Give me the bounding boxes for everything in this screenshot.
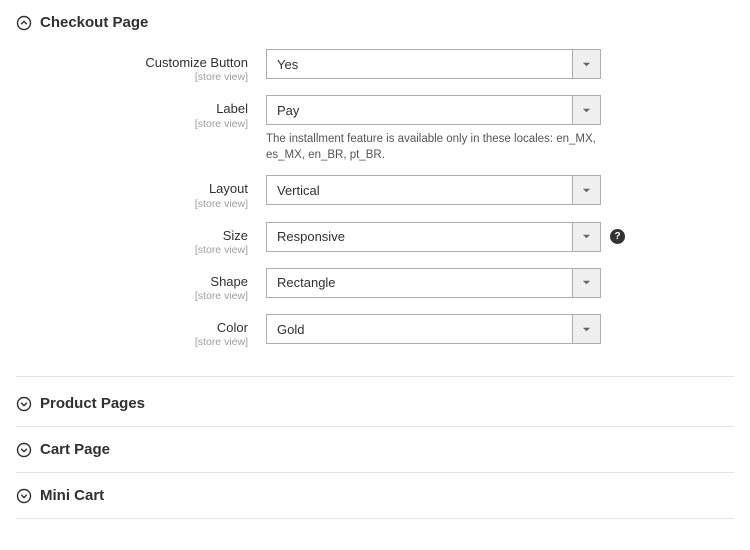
section-checkout-header[interactable]: Checkout Page [16,14,734,43]
field-label-col: Color [store view] [16,314,266,348]
label-field-note: The installment feature is available onl… [266,131,601,163]
section-product-pages-title: Product Pages [40,395,145,412]
field-label: Customize Button [16,55,248,71]
select-value: Rectangle [267,269,572,297]
section-cart-page-title: Cart Page [40,441,110,458]
label-select[interactable]: Pay [266,95,601,125]
section-mini-cart-header[interactable]: Mini Cart [16,473,734,518]
field-color: Color [store view] Gold [16,314,734,348]
customize-button-select[interactable]: Yes [266,49,601,79]
field-label: Label [store view] Pay The installment f… [16,95,734,163]
field-label-col: Customize Button [store view] [16,49,266,83]
field-scope: [store view] [16,198,248,210]
chevron-down-icon [16,442,32,458]
select-value: Pay [267,96,572,124]
layout-select[interactable]: Vertical [266,175,601,205]
select-value: Gold [267,315,572,343]
field-layout: Layout [store view] Vertical [16,175,734,209]
section-cart-page: Cart Page [16,427,734,473]
caret-down-icon [572,176,600,204]
field-label-text: Shape [16,274,248,290]
chevron-up-icon [16,15,32,31]
field-label-col: Layout [store view] [16,175,266,209]
caret-down-icon [572,223,600,251]
field-control: Rectangle [266,268,601,298]
select-value: Responsive [267,223,572,251]
section-checkout-body: Customize Button [store view] Yes Label … [16,43,734,377]
size-select[interactable]: Responsive [266,222,601,252]
select-value: Vertical [267,176,572,204]
caret-down-icon [572,96,600,124]
section-checkout: Checkout Page Customize Button [store vi… [16,14,734,377]
caret-down-icon [572,269,600,297]
shape-select[interactable]: Rectangle [266,268,601,298]
field-label-text: Layout [16,181,248,197]
section-product-pages: Product Pages [16,381,734,427]
select-value: Yes [267,50,572,78]
field-shape: Shape [store view] Rectangle [16,268,734,302]
section-cart-page-header[interactable]: Cart Page [16,427,734,472]
field-scope: [store view] [16,244,248,256]
field-label-text: Label [16,101,248,117]
field-customize-button: Customize Button [store view] Yes [16,49,734,83]
field-size: Size [store view] Responsive ? [16,222,734,256]
field-scope: [store view] [16,290,248,302]
field-label-text: Size [16,228,248,244]
field-label-text: Color [16,320,248,336]
field-scope: [store view] [16,336,248,348]
chevron-down-icon [16,396,32,412]
field-control: Yes [266,49,601,79]
field-label-col: Size [store view] [16,222,266,256]
caret-down-icon [572,50,600,78]
color-select[interactable]: Gold [266,314,601,344]
help-icon[interactable]: ? [610,229,625,244]
section-mini-cart-title: Mini Cart [40,487,104,504]
chevron-down-icon [16,488,32,504]
field-control: Pay The installment feature is available… [266,95,601,163]
section-product-pages-header[interactable]: Product Pages [16,381,734,426]
field-control: Responsive ? [266,222,601,252]
section-mini-cart: Mini Cart [16,473,734,519]
field-control: Vertical [266,175,601,205]
field-label-col: Label [store view] [16,95,266,129]
field-scope: [store view] [16,118,248,130]
field-scope: [store view] [16,71,248,83]
field-label-col: Shape [store view] [16,268,266,302]
caret-down-icon [572,315,600,343]
field-control: Gold [266,314,601,344]
section-checkout-title: Checkout Page [40,14,148,31]
